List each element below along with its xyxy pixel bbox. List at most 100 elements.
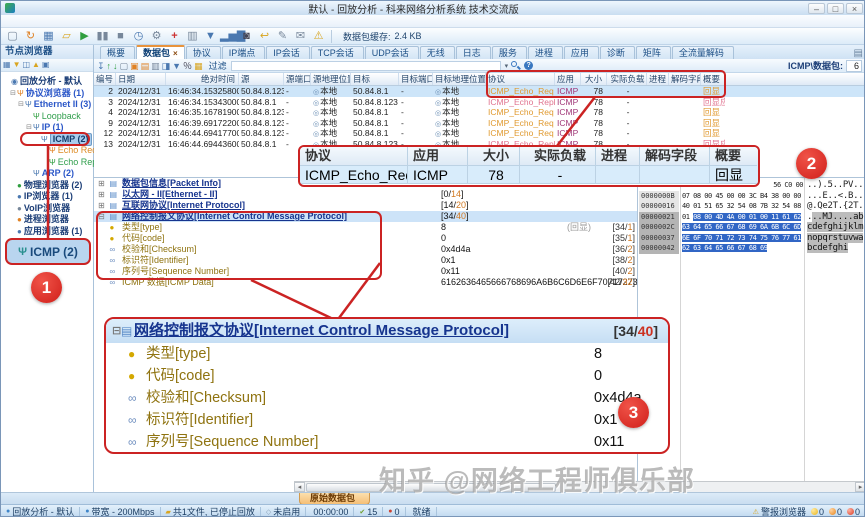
menu-item[interactable] bbox=[43, 15, 57, 28]
tree-item[interactable]: ● 物理浏览器 (2) bbox=[1, 180, 93, 192]
tree-expander-icon[interactable]: ⊟ bbox=[25, 122, 33, 134]
horizontal-scrollbar[interactable]: ◂ ▸ bbox=[294, 481, 865, 492]
alert-browser-label[interactable]: 警报浏览器 bbox=[761, 505, 806, 517]
packet-tool-icon[interactable]: ▢ bbox=[120, 60, 129, 72]
tree-item[interactable]: ● 进程浏览器 bbox=[1, 214, 93, 226]
sidebar-tool-icon[interactable]: ▦ bbox=[3, 60, 11, 70]
tree-item[interactable]: ⊟ Ψ IP (1) bbox=[1, 122, 93, 134]
tab-close-icon[interactable]: × bbox=[173, 49, 178, 58]
tree-item[interactable]: Ψ Echo Req bbox=[1, 145, 93, 157]
hex-row[interactable]: 0000002C 63 64 65 66 67 68 69 6A 6B 6C 6… bbox=[638, 222, 865, 233]
sidebar-tool-icon[interactable]: ▲ bbox=[32, 60, 40, 70]
column-header[interactable]: 协议 bbox=[486, 73, 555, 85]
tree-item[interactable]: ● IP浏览器 (1) bbox=[1, 191, 93, 203]
toolbar-icon[interactable]: ⚙ bbox=[148, 29, 165, 44]
toolbar-icon[interactable]: ▱ bbox=[58, 29, 75, 44]
table-row[interactable]: 3 2024/12/31 16:46:34.153430000 50.84.8.… bbox=[94, 97, 865, 108]
column-header[interactable]: 源地理位置 bbox=[311, 73, 351, 85]
menu-item[interactable] bbox=[1, 15, 15, 28]
decode-expander-icon[interactable]: ⊞ bbox=[98, 189, 107, 200]
view-tab[interactable]: 应用 bbox=[564, 46, 599, 59]
toolbar-icon[interactable]: ↻ bbox=[22, 29, 39, 44]
column-header[interactable]: 实际负载 bbox=[607, 73, 647, 85]
decode-row[interactable]: ⊞ ▤ 互联网协议[Internet Protocol] [14/20] bbox=[94, 200, 637, 211]
sidebar-tool-icon[interactable]: ◫ bbox=[22, 60, 30, 70]
packet-tool-icon[interactable]: ▣ bbox=[130, 60, 139, 72]
toolbar-icon[interactable]: + bbox=[166, 29, 183, 44]
menu-item[interactable] bbox=[57, 15, 71, 28]
tree-expander-icon[interactable]: ⊟ bbox=[9, 88, 17, 100]
column-header[interactable]: 日期 bbox=[116, 73, 166, 85]
minimize-button[interactable]: – bbox=[808, 3, 825, 14]
decode-row[interactable]: ∞ 标识符[Identifier] 0x1 [38/2] bbox=[94, 255, 637, 266]
maximize-button[interactable]: □ bbox=[827, 3, 844, 14]
view-tab[interactable]: IP会话 bbox=[266, 46, 310, 59]
tree-item[interactable]: Ψ ARP (2) bbox=[1, 168, 93, 180]
column-header[interactable]: 目标端口 bbox=[399, 73, 433, 85]
column-header[interactable]: 目标地理位置 bbox=[433, 73, 486, 85]
scroll-right-icon[interactable]: ▸ bbox=[855, 482, 865, 492]
view-tab[interactable]: UDP会话 bbox=[365, 46, 419, 59]
view-tab[interactable]: 无线 bbox=[420, 46, 455, 59]
column-header[interactable]: 应用 bbox=[555, 73, 581, 85]
view-tab[interactable]: 概要 bbox=[100, 46, 135, 59]
table-row[interactable]: 4 2024/12/31 16:46:35.167819000 50.84.8.… bbox=[94, 107, 865, 118]
toolbar-icon[interactable]: ✎ bbox=[274, 29, 291, 44]
toolbar-icon[interactable]: ▮▮ bbox=[94, 29, 111, 44]
search-icon[interactable] bbox=[511, 61, 520, 70]
view-tab[interactable]: 全流量解码 bbox=[672, 46, 734, 59]
column-header[interactable]: 目标 bbox=[351, 73, 399, 85]
tree-item[interactable]: ⊟ Ψ Ethernet II (3) bbox=[1, 99, 93, 111]
column-header[interactable]: 编号 bbox=[94, 73, 116, 85]
decode-row[interactable]: ● 代码[code] 0 [35/1] bbox=[94, 233, 637, 244]
tree-item[interactable]: ⊟ Ψ 协议浏览器 (1) bbox=[1, 88, 93, 100]
packet-tool-icon[interactable]: ↓ bbox=[113, 60, 118, 72]
decode-row[interactable]: ∞ 校验和[Checksum] 0x4d4a [36/2] bbox=[94, 244, 637, 255]
filter-input[interactable] bbox=[231, 61, 501, 71]
chevron-down-icon[interactable]: ▾ bbox=[505, 62, 509, 70]
packet-tool-icon[interactable]: ▼ bbox=[172, 60, 181, 72]
column-header[interactable]: 进程 bbox=[647, 73, 669, 85]
scrollbar-thumb[interactable] bbox=[306, 483, 556, 492]
tree-item[interactable]: Ψ Echo Reply bbox=[1, 157, 93, 169]
toolbar-icon[interactable]: ■ bbox=[112, 29, 129, 44]
toolbar-icon[interactable]: ✉ bbox=[292, 29, 309, 44]
toolbar-icon[interactable]: ▂▅▇ bbox=[220, 29, 237, 44]
menu-item[interactable] bbox=[71, 15, 85, 28]
view-tab[interactable]: 日志 bbox=[456, 46, 491, 59]
toolbar-icon[interactable]: ↩ bbox=[256, 29, 273, 44]
column-header[interactable]: 绝对时间 bbox=[166, 73, 239, 85]
scroll-left-icon[interactable]: ◂ bbox=[294, 482, 305, 492]
toolbar-icon[interactable]: ▶ bbox=[76, 29, 93, 44]
view-tab[interactable]: 服务 bbox=[492, 46, 527, 59]
toolbar-icon[interactable]: ▼ bbox=[202, 29, 219, 44]
menu-item[interactable] bbox=[15, 15, 29, 28]
tree-expander-icon[interactable]: ⊟ bbox=[17, 99, 25, 111]
tree-item[interactable]: Ψ Loopback bbox=[1, 111, 93, 123]
decode-expander-icon[interactable]: ⊞ bbox=[98, 200, 107, 211]
toolbar-icon[interactable]: ⚠ bbox=[310, 29, 327, 44]
tree-item[interactable]: ● 应用浏览器 (1) bbox=[1, 226, 93, 238]
hex-row[interactable]: 00000042 62 63 64 65 66 67 68 69 bcdefgh… bbox=[638, 243, 865, 254]
view-tab[interactable]: 矩阵 bbox=[636, 46, 671, 59]
toolbar-icon[interactable]: ▢ bbox=[4, 29, 21, 44]
packet-tool-icon[interactable]: ↑ bbox=[107, 60, 112, 72]
toolbar-icon[interactable]: ◷ bbox=[130, 29, 147, 44]
decode-row[interactable]: ⊟ ▤ 网络控制报文协议[Internet Control Message Pr… bbox=[94, 211, 637, 222]
table-row[interactable]: 12 2024/12/31 16:46:44.694177000 50.84.8… bbox=[94, 128, 865, 139]
table-row[interactable]: 9 2024/12/31 16:46:39.691722000 50.84.8.… bbox=[94, 118, 865, 129]
packet-tool-icon[interactable]: ▦ bbox=[194, 60, 203, 72]
packet-tool-icon[interactable]: ◨ bbox=[162, 60, 171, 72]
toolbar-icon[interactable]: ▦ bbox=[40, 29, 57, 44]
view-tab[interactable]: 诊断 bbox=[600, 46, 635, 59]
view-tab[interactable]: TCP会话 bbox=[311, 46, 364, 59]
sidebar-tool-icon[interactable]: ▣ bbox=[42, 60, 50, 70]
menu-item[interactable] bbox=[85, 15, 99, 28]
column-header[interactable]: 源端口 bbox=[284, 73, 311, 85]
menu-item[interactable] bbox=[29, 15, 43, 28]
decode-expander-icon[interactable]: ⊟ bbox=[98, 211, 107, 222]
packet-tool-icon[interactable]: ↧ bbox=[97, 60, 105, 72]
hex-row[interactable]: 00000021 01 08 00 4D 4A 00 01 00 11 61 6… bbox=[638, 212, 865, 223]
tree-item[interactable]: Ψ ICMP (2) bbox=[1, 134, 93, 146]
toolbar-icon[interactable]: ▥ bbox=[184, 29, 201, 44]
